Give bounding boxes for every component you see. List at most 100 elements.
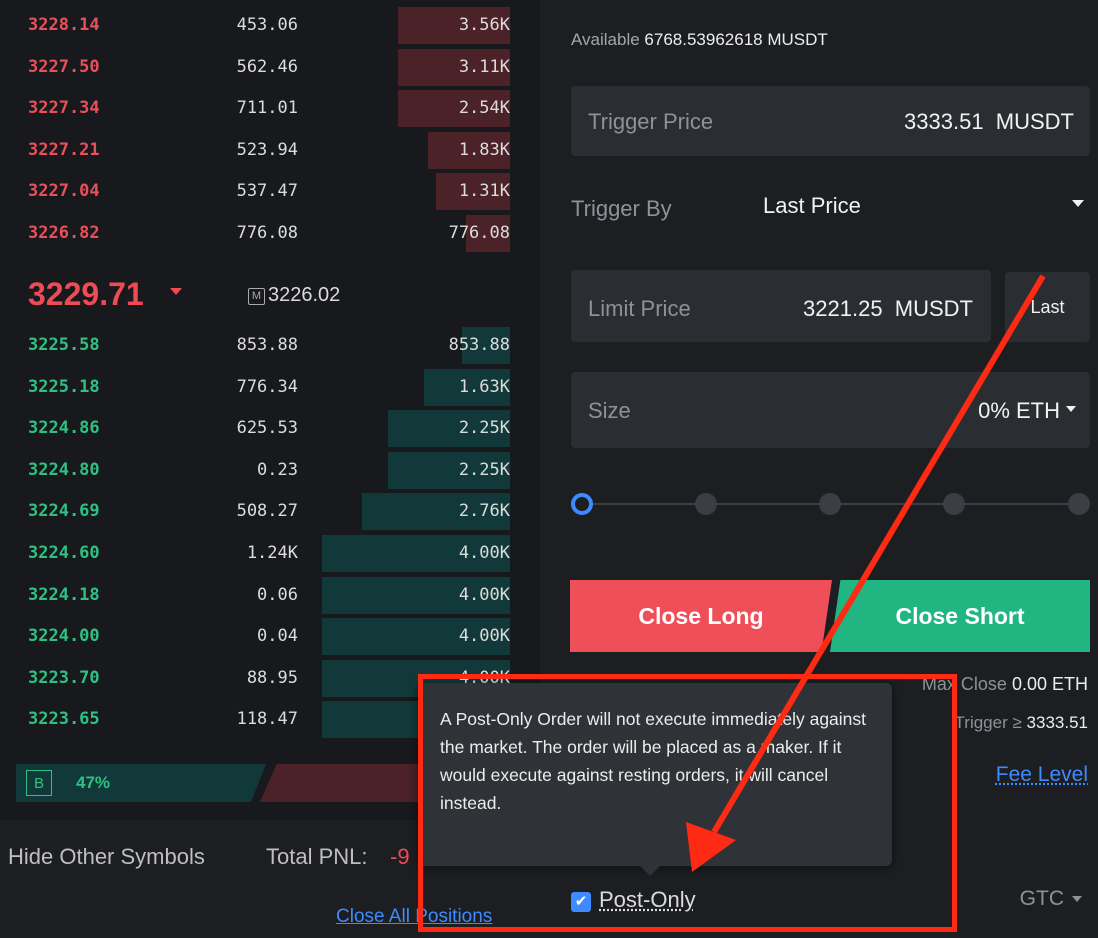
bid-row[interactable]: 3224.80 0.23 2.25K — [0, 450, 540, 491]
trigger-price-value: 3333.51 MUSDT — [904, 109, 1074, 134]
bid-total: 4.00K — [458, 584, 510, 605]
trigger-condition: Trigger ≥ 3333.51 — [955, 713, 1088, 733]
post-only-checkbox[interactable]: ✔ Post-Only — [571, 887, 696, 913]
mark-price-icon: M — [248, 288, 265, 305]
limit-price-value: 3221.25 MUSDT — [803, 296, 973, 321]
buy-percent: 47% — [76, 773, 111, 792]
bid-total: 2.25K — [458, 418, 510, 439]
slider-step-100[interactable] — [1068, 493, 1090, 515]
tooltip-text: A Post-Only Order will not execute immed… — [440, 709, 867, 813]
limit-price-label: Limit Price — [588, 296, 691, 321]
bid-quantity: 0.04 — [257, 626, 298, 647]
buy-badge: B — [26, 770, 52, 796]
close-long-button[interactable]: Close Long — [570, 580, 832, 652]
price-down-icon — [170, 288, 182, 295]
ask-price: 3227.04 — [28, 181, 100, 202]
caret-down-icon[interactable] — [1072, 200, 1084, 207]
limit-price-input[interactable]: Limit Price 3221.25 MUSDT — [571, 270, 991, 342]
bid-row[interactable]: 3224.86 625.53 2.25K — [0, 408, 540, 449]
ask-row[interactable]: 3227.21 523.94 1.83K — [0, 130, 540, 171]
ask-total: 776.08 — [448, 223, 510, 243]
slider-step-75[interactable] — [943, 493, 965, 515]
size-slider[interactable] — [571, 490, 1090, 518]
bid-price: 3223.65 — [28, 709, 100, 730]
trigger-by-label: Trigger By — [571, 196, 672, 221]
ask-total: 1.31K — [458, 181, 510, 202]
bid-row[interactable]: 3224.18 0.06 4.00K — [0, 575, 540, 616]
max-close-value: 0.00 ETH — [1011, 674, 1088, 694]
mark-price: M 3226.02 — [248, 284, 340, 307]
ask-row[interactable]: 3227.50 562.46 3.11K — [0, 47, 540, 88]
bid-quantity: 0.23 — [257, 459, 298, 480]
trigger-price-label: Trigger Price — [588, 109, 714, 134]
bid-quantity: 853.88 — [236, 335, 298, 355]
bid-price: 3224.86 — [28, 418, 100, 439]
ask-row[interactable]: 3227.04 537.47 1.31K — [0, 171, 540, 212]
ask-price: 3227.50 — [28, 56, 100, 77]
bid-total: 1.63K — [458, 376, 510, 397]
slider-handle[interactable] — [571, 493, 593, 515]
ask-price: 3226.82 — [28, 223, 100, 243]
bid-total: 2.76K — [458, 501, 510, 522]
trigger-by-select[interactable]: Last Price — [763, 193, 861, 219]
bid-total: 853.88 — [448, 335, 510, 355]
slider-step-25[interactable] — [695, 493, 717, 515]
ask-quantity: 776.08 — [236, 223, 298, 243]
bid-row[interactable]: 3225.58 853.88 853.88 — [0, 325, 540, 366]
available-value: 6768.53962618 MUSDT — [644, 30, 828, 49]
size-label: Size — [588, 398, 631, 423]
bid-price: 3224.80 — [28, 459, 100, 480]
bid-row[interactable]: 3224.60 1.24K 4.00K — [0, 533, 540, 574]
bid-price: 3224.18 — [28, 584, 100, 605]
bid-row[interactable]: 3225.18 776.34 1.63K — [0, 367, 540, 408]
post-only-tooltip: A Post-Only Order will not execute immed… — [418, 683, 892, 876]
checkmark-icon[interactable]: ✔ — [571, 892, 591, 912]
bid-price: 3224.60 — [28, 543, 100, 563]
post-only-label[interactable]: Post-Only — [599, 887, 696, 912]
ask-row[interactable]: 3228.14 453.06 3.56K — [0, 5, 540, 46]
ask-total: 3.11K — [458, 56, 510, 77]
bid-quantity: 118.47 — [236, 709, 298, 730]
mark-price-value: 3226.02 — [268, 284, 341, 306]
ask-quantity: 537.47 — [236, 181, 298, 202]
ask-price: 3227.34 — [28, 98, 100, 119]
total-pnl-value: -9 — [390, 844, 410, 869]
available-balance: Available 6768.53962618 MUSDT — [571, 30, 828, 50]
bid-price: 3225.58 — [28, 335, 100, 355]
ask-price: 3228.14 — [28, 15, 100, 35]
ask-row[interactable]: 3227.34 711.01 2.54K — [0, 88, 540, 129]
size-value: 0% ETH — [978, 398, 1060, 423]
last-price-button[interactable]: Last — [1005, 272, 1090, 342]
time-in-force-value: GTC — [1019, 887, 1064, 910]
bid-total: 4.00K — [458, 543, 510, 563]
trigger-condition-value: 3333.51 — [1026, 713, 1088, 732]
size-input[interactable]: Size 0% ETH — [571, 372, 1090, 448]
bid-quantity: 776.34 — [236, 376, 298, 397]
bid-quantity: 88.95 — [246, 667, 298, 688]
price-ticker: 3229.71 M 3226.02 — [0, 268, 540, 324]
bid-quantity: 625.53 — [236, 418, 298, 439]
trigger-condition-label: Trigger ≥ — [954, 713, 1022, 732]
fee-level-link[interactable]: Fee Level — [996, 763, 1088, 787]
unit-caret-icon[interactable] — [1066, 406, 1076, 412]
total-pnl-label: Total PNL: — [266, 844, 368, 869]
trigger-price-input[interactable]: Trigger Price 3333.51 MUSDT — [571, 86, 1090, 156]
bid-row[interactable]: 3224.00 0.04 4.00K — [0, 616, 540, 657]
close-short-button[interactable]: Close Short — [830, 580, 1090, 652]
last-price: 3229.71 — [28, 276, 144, 312]
ask-total: 1.83K — [458, 139, 510, 160]
time-in-force-select[interactable]: GTC — [1020, 887, 1082, 911]
close-all-positions-link[interactable]: Close All Positions — [336, 906, 492, 928]
hide-other-symbols-toggle[interactable]: Hide Other Symbols — [8, 844, 205, 870]
bid-quantity: 0.06 — [257, 584, 298, 605]
bid-price: 3225.18 — [28, 376, 100, 397]
bid-price: 3224.69 — [28, 501, 100, 522]
ask-quantity: 523.94 — [236, 139, 298, 160]
bid-row[interactable]: 3224.69 508.27 2.76K — [0, 491, 540, 532]
ask-quantity: 562.46 — [236, 56, 298, 77]
max-close-label: Max Close — [921, 674, 1007, 694]
buy-ratio-bar — [16, 764, 266, 802]
ask-quantity: 453.06 — [236, 15, 298, 35]
ask-row[interactable]: 3226.82 776.08 776.08 — [0, 213, 540, 254]
slider-step-50[interactable] — [819, 493, 841, 515]
